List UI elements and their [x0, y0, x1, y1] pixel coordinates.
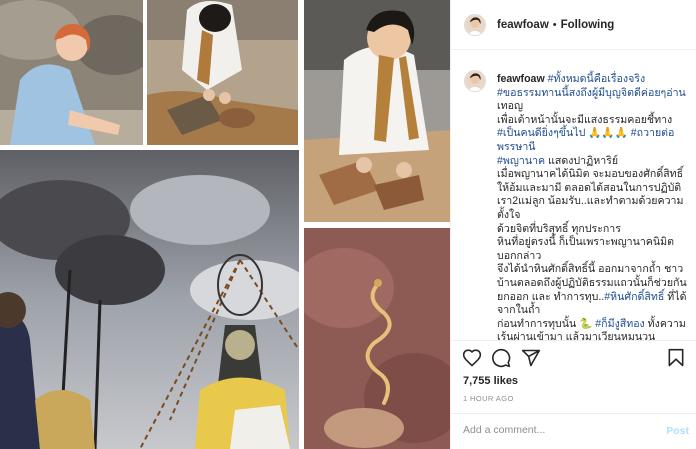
following-button[interactable]: Following [561, 19, 615, 31]
photo-woman-with-stones [304, 0, 450, 222]
post-comment-button[interactable]: Post [666, 425, 689, 437]
caption-text: feawfoaw #ทั้งหมดนี้คือเรื่องจริง #ขอธรร… [497, 60, 693, 340]
header-separator: • [552, 18, 557, 31]
post-timestamp[interactable]: 1 HOUR AGO [463, 394, 514, 403]
caption-line-text: เทอญ [497, 100, 523, 113]
header-username-link[interactable]: feawfoaw [497, 19, 549, 31]
caption-line: เพื่อเต้าหน้านั้นจะมีแสงธรรมคอยชี้ทาง [497, 113, 673, 126]
comment-input[interactable] [463, 424, 653, 436]
caption-line: เมื่อพญานาคได้นิมิต จะมอบของศักดิ์สิทธิ์… [497, 168, 684, 221]
post-panel: feawfoaw • Following feawfoaw #ทั้งหมดนี… [450, 0, 696, 449]
photo-woman-handling-stones [147, 0, 298, 145]
hashtag-link[interactable]: #ขอธรรมทานนี้สงถึงผู้มีบุญจิตดีค่อยๆอ่าน [497, 87, 686, 99]
comment-icon[interactable] [491, 348, 511, 368]
caption-line: ก่อนทำการทุบนั้น 🐍 #ก็มีงูสีทอง ทั้งความ… [497, 318, 693, 340]
hashtag-link[interactable]: #ก็มีงูสีทอง [595, 318, 644, 330]
photo-sky-and-buddha-statue [0, 150, 299, 449]
comment-bar: Post [451, 413, 696, 449]
caption-avatar-icon[interactable] [464, 70, 486, 92]
action-icons [462, 348, 686, 370]
bookmark-icon[interactable] [666, 348, 686, 368]
caption-line: #พญานาค แสดงปาฏิหาริย์ [497, 155, 693, 169]
caption-username-link[interactable]: feawfoaw [497, 73, 545, 85]
hashtag-link[interactable]: #เป็นคนดียิ่งๆขึ้นไป [497, 127, 585, 139]
heart-icon[interactable] [462, 348, 482, 368]
photo-woman-sitting-on-rock [0, 0, 143, 145]
caption-line: จึงได้นำหินศักดิ์สิทธิ์นี้ ออกมาจากถ้ำ ช… [497, 263, 693, 317]
caption-line: #ขอธรรมทานนี้สงถึงผู้มีบุญจิตดีค่อยๆอ่าน… [497, 87, 693, 114]
like-count-link[interactable]: 7,755 likes [463, 375, 518, 387]
caption-area[interactable]: feawfoaw #ทั้งหมดนี้คือเรื่องจริง #ขอธรร… [451, 60, 696, 340]
post-image-collage[interactable] [0, 0, 450, 449]
hashtag-link[interactable]: #ทั้งหมดนี้คือเรื่องจริง [548, 73, 646, 85]
hashtag-link[interactable]: #พญานาค [497, 155, 545, 167]
caption-line: ด้วยจิตที่บริสุทธิ์ ทุกประการ [497, 222, 621, 235]
caption-line-text: 🙏🙏🙏 [585, 127, 631, 140]
share-icon[interactable] [521, 348, 541, 368]
caption-line-text: แสดงปาฏิหาริย์ [545, 154, 619, 167]
post-header: feawfoaw • Following [451, 0, 696, 50]
caption-line: #เป็นคนดียิ่งๆขึ้นไป 🙏🙏🙏 #ถวายต่อพรรษานี [497, 127, 693, 154]
hashtag-link[interactable]: #หินศักดิ์สิทธิ์ [604, 291, 664, 303]
caption-line-text: ก่อนทำการทุบนั้น 🐍 [497, 317, 596, 330]
post-actions: 7,755 likes 1 HOUR AGO Post [451, 340, 696, 449]
caption-line: หินที่อยู่ตรงนี้ ก็เป็นเพราะพญานาคนิมิตบ… [497, 236, 674, 262]
photo-golden-snake [304, 228, 450, 449]
avatar-icon[interactable] [464, 13, 486, 36]
